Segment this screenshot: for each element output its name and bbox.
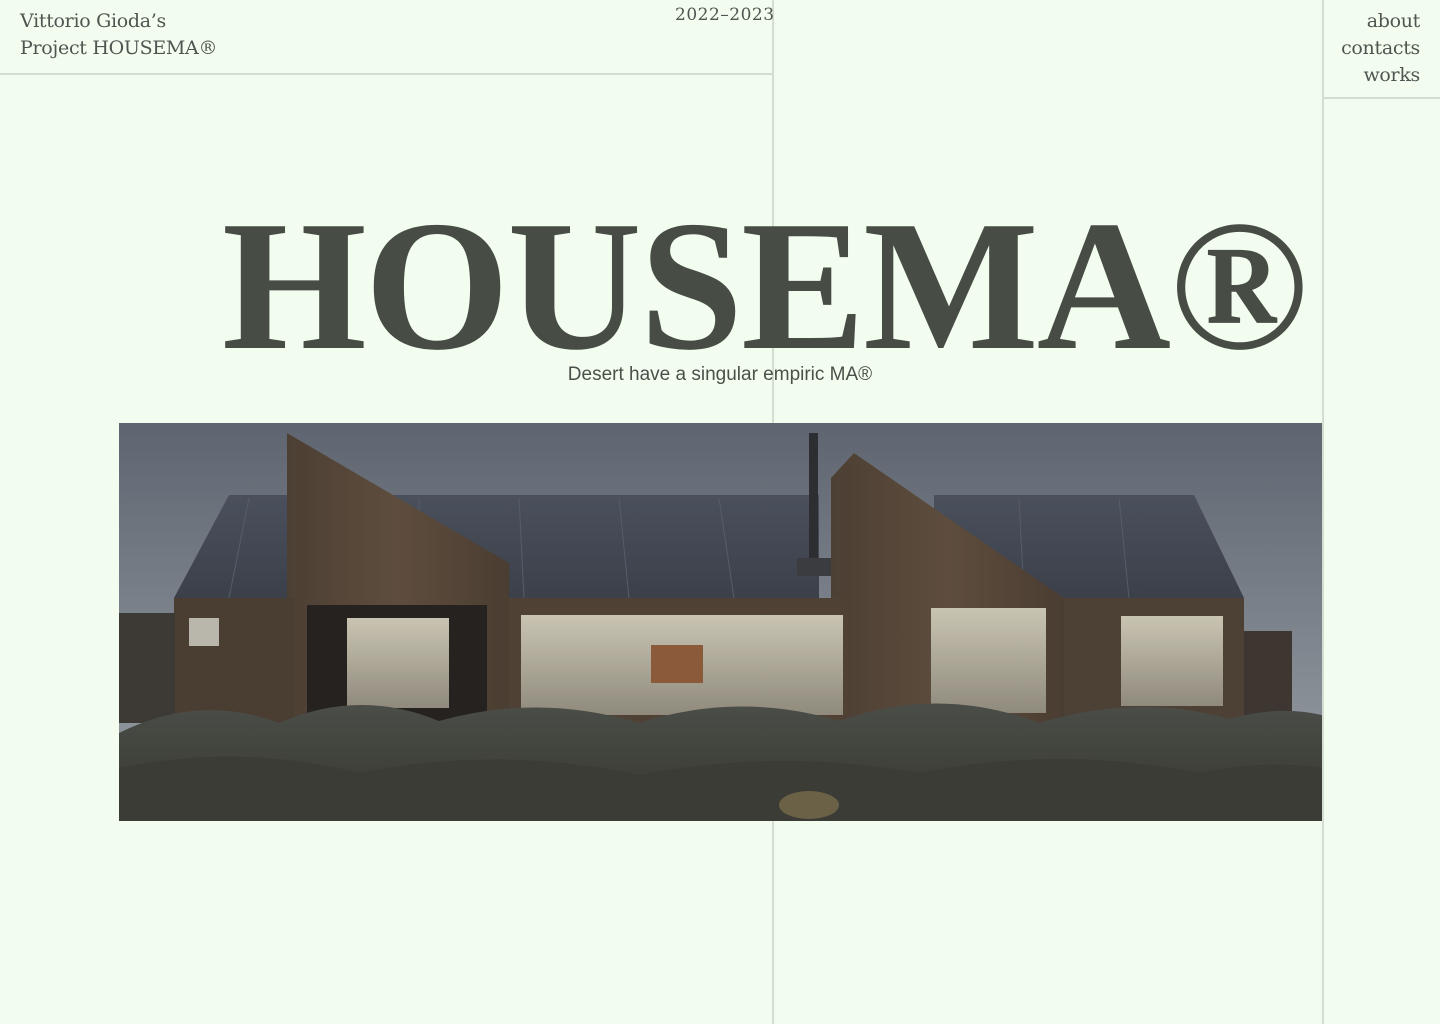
- grid-line-vertical-right: [1322, 0, 1324, 1024]
- project-years: 2022–2023: [675, 5, 775, 25]
- project-credit: Vittorio Gioda’s Project HOUSEMA®: [20, 8, 217, 62]
- grid-line-header-left: [0, 73, 773, 75]
- nav-works-link[interactable]: works: [1341, 62, 1420, 89]
- page: Vittorio Gioda’s Project HOUSEMA® 2022–2…: [0, 0, 1440, 1024]
- credit-project: Project HOUSEMA®: [20, 37, 218, 59]
- credit-author: Vittorio Gioda’s: [20, 10, 166, 32]
- house-photo-illustration: [119, 423, 1322, 821]
- house-photo: [119, 423, 1322, 821]
- hero-title: HOUSEMA®: [222, 183, 1308, 389]
- grid-line-header-right: [1322, 97, 1440, 99]
- hero-tagline: Desert have a singular empiric MA®: [567, 364, 873, 385]
- nav-about-link[interactable]: about: [1341, 8, 1421, 35]
- main-nav: about contacts works: [1341, 8, 1420, 89]
- nav-contacts-link[interactable]: contacts: [1341, 35, 1420, 62]
